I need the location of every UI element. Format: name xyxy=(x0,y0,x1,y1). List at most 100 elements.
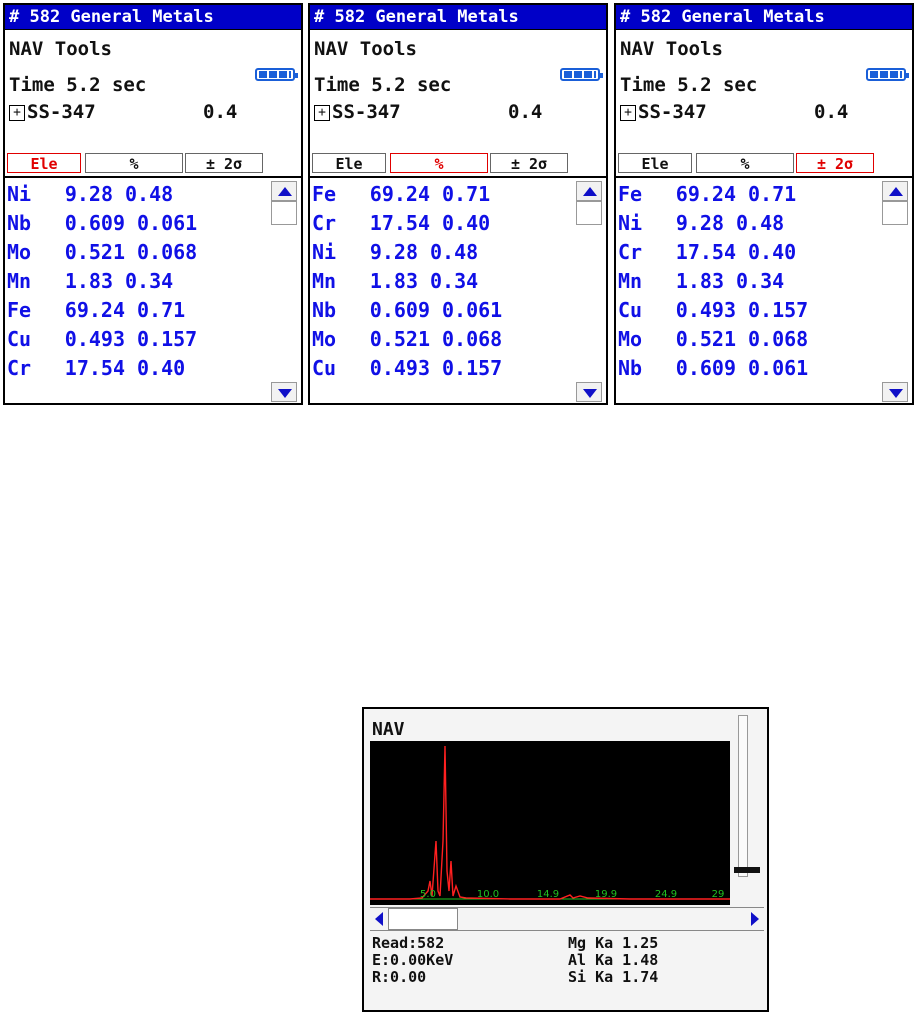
alloy-match[interactable]: + SS-347 0.4 xyxy=(314,101,542,123)
test-time: Time 5.2 sec xyxy=(9,74,147,96)
element-symbol: Ni xyxy=(618,211,643,235)
element-row[interactable]: Ni 9.28 0.48 xyxy=(7,180,197,209)
element-row[interactable]: Mn 1.83 0.34 xyxy=(618,267,808,296)
spectrum-tick-label: 5.0 xyxy=(420,889,436,900)
sort-tabs: Ele% ± 2σ xyxy=(618,153,874,175)
scroll-thumb[interactable] xyxy=(576,201,602,225)
element-symbol: Mo xyxy=(618,327,643,351)
element-row[interactable]: Cr 17.54 0.40 xyxy=(618,238,808,267)
element-symbol: Mo xyxy=(7,240,32,264)
scroll-thumb[interactable] xyxy=(882,201,908,225)
element-symbol: Fe xyxy=(312,182,337,206)
list-scrollbar[interactable] xyxy=(271,178,297,403)
element-row[interactable]: Cr 17.54 0.40 xyxy=(7,354,197,383)
battery-icon xyxy=(255,68,298,81)
element-percent: 17.54 xyxy=(675,240,736,264)
vertical-scrollbar[interactable] xyxy=(738,715,748,877)
element-sigma: 0.068 xyxy=(137,240,198,264)
element-row[interactable]: Fe 69.24 0.71 xyxy=(7,296,197,325)
element-row[interactable]: Cu 0.493 0.157 xyxy=(618,296,808,325)
element-symbol: Nb xyxy=(312,298,337,322)
alloy-match[interactable]: + SS-347 0.4 xyxy=(620,101,848,123)
tab-element[interactable]: Ele xyxy=(312,153,386,173)
element-row[interactable]: Mo 0.521 0.068 xyxy=(7,238,197,267)
tab-percent[interactable]: % xyxy=(85,153,183,173)
tab-percent[interactable]: % xyxy=(390,153,488,173)
element-list: Fe 69.24 0.71 Ni 9.28 0.48 Cr 17.54 0.40 Mn 1.83 0.… xyxy=(618,180,808,383)
scroll-up-arrow-icon xyxy=(278,187,292,196)
tab-percent[interactable]: % xyxy=(696,153,794,173)
scroll-down-button[interactable] xyxy=(271,382,297,402)
spectrum-screen: NAV 5.0 10.0 14.9 19.9 24.9 29 Read:582 E:0.0… xyxy=(362,707,769,1012)
element-percent: 0.609 xyxy=(64,211,125,235)
divider xyxy=(616,176,912,178)
expand-plus-icon[interactable]: + xyxy=(314,104,330,121)
scroll-up-button[interactable] xyxy=(882,181,908,201)
scroll-up-button[interactable] xyxy=(576,181,602,201)
element-sigma: 0.157 xyxy=(442,356,503,380)
element-row[interactable]: Cu 0.493 0.157 xyxy=(7,325,197,354)
vertical-scroll-marker[interactable] xyxy=(734,867,760,873)
tab-two-sigma[interactable]: ± 2σ xyxy=(490,153,568,173)
scroll-left-arrow-icon[interactable] xyxy=(372,910,386,928)
element-row[interactable]: Mn 1.83 0.34 xyxy=(7,267,197,296)
element-percent: 9.28 xyxy=(64,182,113,206)
list-scrollbar[interactable] xyxy=(576,178,602,403)
element-sigma: 0.061 xyxy=(748,356,809,380)
element-percent: 1.83 xyxy=(675,269,724,293)
element-row[interactable]: Ni 9.28 0.48 xyxy=(618,209,808,238)
element-list: Ni 9.28 0.48 Nb 0.609 0.061 Mo 0.521 0.068 Mn 1.83… xyxy=(7,180,197,383)
horizontal-scrollbar[interactable] xyxy=(370,907,764,931)
r-readout: R:0.00 xyxy=(372,968,427,986)
element-row[interactable]: Cu 0.493 0.157 xyxy=(312,354,502,383)
horizontal-scroll-thumb[interactable] xyxy=(388,908,458,930)
element-percent: 0.521 xyxy=(675,327,736,351)
expand-plus-icon[interactable]: + xyxy=(620,104,636,121)
element-row[interactable]: Nb 0.609 0.061 xyxy=(7,209,197,238)
scroll-down-arrow-icon xyxy=(583,389,597,398)
element-sigma: 0.40 xyxy=(748,240,797,264)
element-row[interactable]: Cr 17.54 0.40 xyxy=(312,209,502,238)
list-scrollbar[interactable] xyxy=(882,178,908,403)
scroll-down-arrow-icon xyxy=(889,389,903,398)
scroll-down-button[interactable] xyxy=(576,382,602,402)
nav-tools-menu[interactable]: NAV Tools xyxy=(9,38,112,60)
element-sigma: 0.48 xyxy=(736,211,785,235)
scroll-down-arrow-icon xyxy=(278,389,292,398)
scroll-up-button[interactable] xyxy=(271,181,297,201)
read-info: Read:582 E:0.00KeV R:0.00 xyxy=(372,935,453,986)
element-row[interactable]: Nb 0.609 0.061 xyxy=(618,354,808,383)
tab-element[interactable]: Ele xyxy=(618,153,692,173)
line-info: Mg Ka 1.25 Al Ka 1.48 Si Ka 1.74 xyxy=(568,935,658,986)
element-percent: 17.54 xyxy=(64,356,125,380)
element-row[interactable]: Ni 9.28 0.48 xyxy=(312,238,502,267)
element-list: Fe 69.24 0.71 Cr 17.54 0.40 Ni 9.28 0.48 Mn 1.83 0.… xyxy=(312,180,502,383)
scroll-right-arrow-icon[interactable] xyxy=(748,910,762,928)
element-percent: 69.24 xyxy=(64,298,125,322)
element-row[interactable]: Mo 0.521 0.068 xyxy=(312,325,502,354)
alloy-match[interactable]: + SS-347 0.4 xyxy=(9,101,237,123)
element-percent: 69.24 xyxy=(369,182,430,206)
tab-two-sigma[interactable]: ± 2σ xyxy=(185,153,263,173)
element-percent: 0.609 xyxy=(369,298,430,322)
element-row[interactable]: Fe 69.24 0.71 xyxy=(312,180,502,209)
tab-two-sigma[interactable]: ± 2σ xyxy=(796,153,874,173)
element-percent: 17.54 xyxy=(369,211,430,235)
expand-plus-icon[interactable]: + xyxy=(9,104,25,121)
element-row[interactable]: Fe 69.24 0.71 xyxy=(618,180,808,209)
scroll-thumb[interactable] xyxy=(271,201,297,225)
element-percent: 9.28 xyxy=(369,240,418,264)
element-row[interactable]: Mn 1.83 0.34 xyxy=(312,267,502,296)
element-row[interactable]: Mo 0.521 0.068 xyxy=(618,325,808,354)
scroll-down-button[interactable] xyxy=(882,382,908,402)
element-percent: 9.28 xyxy=(675,211,724,235)
nav-tools-menu[interactable]: NAV Tools xyxy=(620,38,723,60)
element-sigma: 0.068 xyxy=(748,327,809,351)
element-sigma: 0.40 xyxy=(442,211,491,235)
element-row[interactable]: Nb 0.609 0.061 xyxy=(312,296,502,325)
read-number: Read:582 xyxy=(372,934,445,952)
element-symbol: Cr xyxy=(312,211,337,235)
tab-element[interactable]: Ele xyxy=(7,153,81,173)
element-symbol: Cu xyxy=(618,298,643,322)
nav-tools-menu[interactable]: NAV Tools xyxy=(314,38,417,60)
